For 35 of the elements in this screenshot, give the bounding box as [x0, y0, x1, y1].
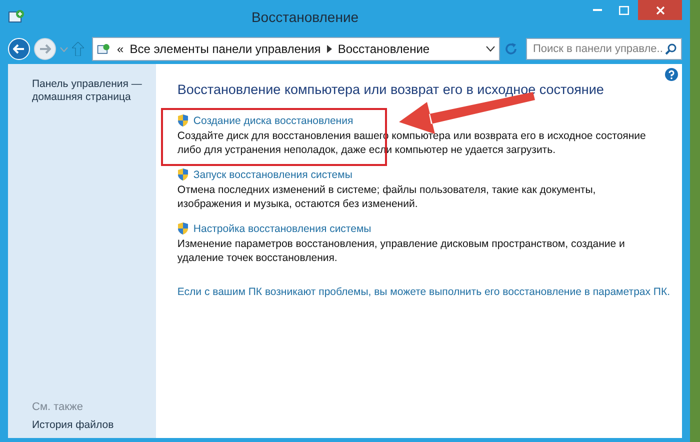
- refresh-button[interactable]: [504, 42, 518, 56]
- see-also-heading: См. также: [32, 401, 84, 413]
- back-button[interactable]: [8, 38, 30, 60]
- pc-settings-link[interactable]: Если с вашим ПК возникают проблемы, вы можете выполнить его восстановление в параметрах ПК.: [177, 286, 670, 298]
- sidebar-link[interactable]: История файлов: [32, 419, 152, 432]
- forward-button[interactable]: [34, 38, 56, 60]
- task-link[interactable]: Настройка восстановления системы: [177, 222, 670, 235]
- up-button[interactable]: [72, 42, 84, 56]
- task-description: Изменение параметров восстановления, управление дисковым пространством, создание и удаление точек восстановления.: [177, 237, 626, 265]
- close-button[interactable]: [638, 0, 682, 20]
- search-icon: [665, 43, 677, 55]
- shield-icon: [177, 222, 190, 235]
- address-bar[interactable]: « Все элементы панели управления Восстановление: [92, 37, 500, 61]
- address-overflow[interactable]: «: [117, 42, 124, 56]
- window-title: Восстановление: [250, 9, 360, 25]
- task-link[interactable]: Создание диска восстановления: [177, 114, 670, 127]
- maximize-icon: [619, 6, 629, 14]
- shield-icon: [177, 114, 190, 127]
- breadcrumb-item[interactable]: Все элементы панели управления: [130, 42, 321, 56]
- recovery-app-icon: [8, 9, 26, 25]
- page-heading: Восстановление компьютера или возврат его в исходное состояние: [177, 82, 605, 97]
- breadcrumb-separator-icon: [326, 45, 332, 53]
- dropdown-caret-icon[interactable]: [486, 46, 495, 52]
- close-icon: [656, 6, 664, 14]
- shield-icon: [177, 168, 190, 181]
- breadcrumb-item[interactable]: Восстановление: [338, 42, 430, 56]
- help-icon[interactable]: [665, 68, 678, 81]
- recovery-app-icon: [97, 42, 111, 56]
- task-link[interactable]: Запуск восстановления системы: [177, 168, 670, 181]
- search-field[interactable]: Поиск в панели управле...: [526, 38, 682, 60]
- task-description: Отмена последних изменений в системе; файлы пользователя, такие как документы, изображения и музыка, остаются без изменений.: [177, 183, 597, 211]
- minimize-icon: [592, 9, 602, 11]
- forward-arrow-icon: [39, 44, 51, 54]
- back-arrow-icon: [13, 44, 25, 54]
- control-panel-home-link[interactable]: Панель управления — домашняя страница: [32, 78, 152, 104]
